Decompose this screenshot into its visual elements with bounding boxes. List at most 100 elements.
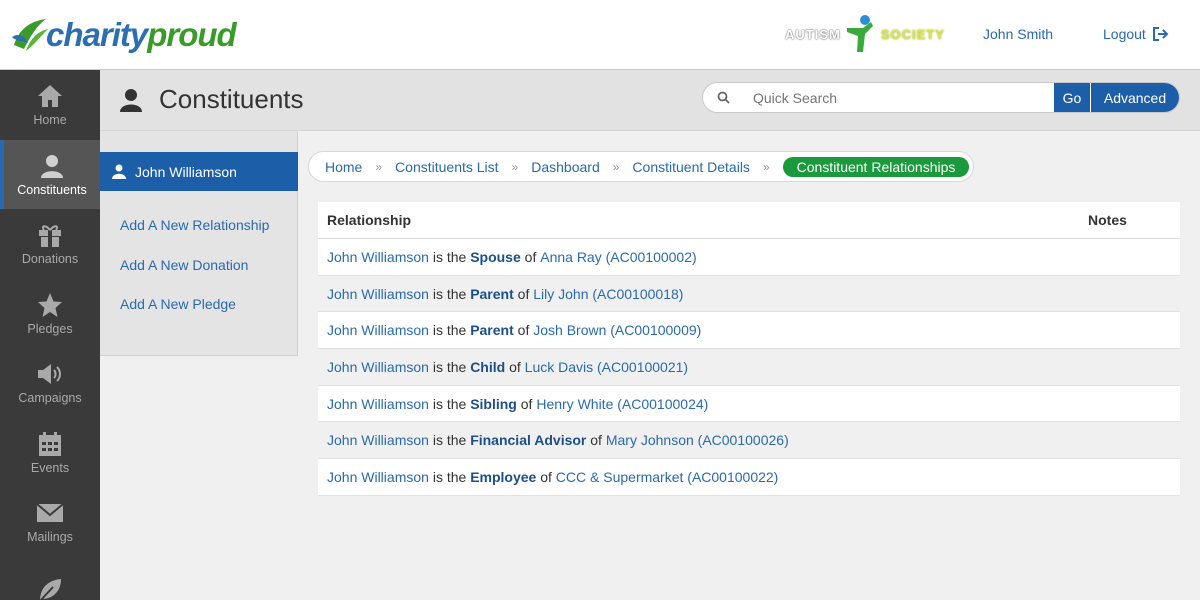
org-logo-word-2: SOCIETY	[880, 26, 945, 42]
relationship-type: Parent	[470, 285, 514, 302]
relationship-subject-link[interactable]: John Williamson	[327, 469, 429, 485]
star-icon	[37, 291, 63, 319]
add-relationship-link[interactable]: Add A New Relationship	[120, 217, 269, 233]
relationship-of-text: of	[509, 358, 521, 375]
table-row: John Williamson is the Sibling of Henry …	[318, 385, 1180, 423]
home-icon	[36, 82, 64, 110]
breadcrumb-dashboard[interactable]: Dashboard	[531, 159, 600, 175]
relationship-subject-link[interactable]: John Williamson	[327, 286, 429, 302]
org-logo-word-1: AUTISM	[785, 26, 841, 42]
gift-icon	[37, 221, 63, 249]
breadcrumb-home[interactable]: Home	[325, 159, 362, 175]
relationship-is-the-text: is the	[432, 248, 467, 265]
nav-label-donations: Donations	[21, 252, 79, 267]
breadcrumb: Home » Constituents List » Dashboard » C…	[308, 151, 974, 182]
relationship-subject-link[interactable]: John Williamson	[327, 249, 429, 265]
relationship-type: Sibling	[470, 395, 517, 412]
table-row: John Williamson is the Parent of Lily Jo…	[318, 275, 1180, 313]
constituent-name-tab[interactable]: John Williamson	[100, 152, 298, 191]
table-header: Relationship Notes	[318, 202, 1180, 239]
logout-label: Logout	[1103, 26, 1146, 42]
breadcrumb-separator: »	[762, 159, 770, 174]
charityproud-logo[interactable]: charityproud	[10, 14, 237, 56]
leaf-logo-icon	[12, 19, 48, 51]
logo-text-charity: charity	[46, 16, 148, 53]
relationship-of-text: of	[517, 285, 530, 302]
user-name-link[interactable]: John Smith	[983, 26, 1053, 42]
breadcrumb-constituents-list[interactable]: Constituents List	[395, 159, 499, 175]
relationship-target-link[interactable]: CCC & Supermarket (AC00100022)	[556, 469, 779, 485]
table-row: John Williamson is the Employee of CCC &…	[318, 459, 1180, 496]
user-icon	[39, 152, 65, 180]
nav-label-events: Events	[30, 460, 70, 475]
nav-item-campaigns[interactable]: Campaigns	[0, 348, 100, 418]
breadcrumb-current: Constituent Relationships	[782, 156, 970, 177]
relationship-target-link[interactable]: Luck Davis (AC00100021)	[525, 359, 688, 375]
nav-item-pledges[interactable]: Pledges	[0, 279, 100, 349]
leaf-icon	[37, 576, 63, 600]
user-icon	[120, 89, 142, 112]
nav-item-mailings[interactable]: Mailings	[0, 487, 100, 557]
relationship-target-link[interactable]: Henry White (AC00100024)	[536, 396, 708, 412]
relationship-type: Employee	[470, 468, 537, 485]
breadcrumb-constituent-details[interactable]: Constituent Details	[632, 159, 750, 175]
relationship-type: Parent	[470, 322, 514, 339]
nav-item-constituents[interactable]: Constituents	[0, 139, 100, 209]
nav-item-more[interactable]	[0, 557, 100, 600]
relationship-type: Financial Advisor	[470, 432, 587, 449]
table-row: John Williamson is the Parent of Josh Br…	[318, 312, 1180, 350]
page-title: Constituents	[159, 84, 304, 114]
relationship-target-link[interactable]: Mary Johnson (AC00100026)	[606, 432, 789, 448]
column-header-relationship: Relationship	[327, 212, 412, 228]
logout-link[interactable]: Logout	[1103, 26, 1169, 42]
breadcrumb-separator: »	[511, 159, 519, 174]
nav-item-events[interactable]: Events	[0, 418, 100, 488]
relationship-target-link[interactable]: Anna Ray (AC00100002)	[540, 249, 696, 265]
table-row: John Williamson is the Child of Luck Dav…	[318, 349, 1180, 386]
nav-label-pledges: Pledges	[27, 321, 73, 336]
nav-item-home[interactable]: Home	[0, 70, 100, 140]
relationship-target-link[interactable]: Josh Brown (AC00100009)	[533, 322, 701, 338]
add-pledge-link[interactable]: Add A New Pledge	[120, 296, 236, 312]
relationship-of-text: of	[517, 322, 530, 339]
search-go-button[interactable]: Go	[1054, 83, 1091, 112]
constituent-name: John Williamson	[135, 163, 237, 180]
top-bar: charityproud AUTISM SOCIETY John Smith L…	[0, 0, 1200, 70]
table-row: John Williamson is the Spouse of Anna Ra…	[318, 239, 1180, 276]
relationship-is-the-text: is the	[432, 468, 467, 485]
logout-icon	[1152, 27, 1169, 41]
relationship-is-the-text: is the	[432, 285, 467, 302]
breadcrumb-separator: »	[612, 159, 620, 174]
autism-society-logo: AUTISM SOCIETY	[785, 14, 945, 54]
nav-label-home: Home	[33, 113, 67, 128]
quick-search-input[interactable]	[743, 83, 1054, 112]
relationship-of-text: of	[520, 395, 533, 412]
relationship-of-text: of	[540, 468, 552, 485]
page-header: Constituents Go Advanced	[100, 70, 1200, 131]
column-header-notes: Notes	[1088, 212, 1127, 228]
nav-label-mailings: Mailings	[27, 530, 73, 545]
relationship-subject-link[interactable]: John Williamson	[327, 322, 429, 338]
relationship-is-the-text: is the	[432, 432, 467, 449]
relationships-table: Relationship Notes John Williamson is th…	[318, 202, 1180, 496]
calendar-icon	[37, 430, 63, 458]
relationship-is-the-text: is the	[432, 395, 467, 412]
relationship-subject-link[interactable]: John Williamson	[327, 432, 429, 448]
nav-item-donations[interactable]: Donations	[0, 209, 100, 279]
relationship-subject-link[interactable]: John Williamson	[327, 396, 429, 412]
relationship-type: Child	[470, 358, 506, 375]
relationship-target-link[interactable]: Lily John (AC00100018)	[533, 286, 683, 302]
megaphone-icon	[36, 360, 64, 388]
search-icon	[703, 83, 743, 112]
relationship-of-text: of	[524, 248, 537, 265]
relationship-of-text: of	[590, 432, 602, 449]
table-row: John Williamson is the Financial Advisor…	[318, 422, 1180, 460]
constituent-side-panel: John Williamson Add A New Relationship A…	[100, 131, 298, 356]
advanced-search-button[interactable]: Advanced	[1091, 83, 1179, 112]
relationship-subject-link[interactable]: John Williamson	[327, 359, 429, 375]
relationship-is-the-text: is the	[432, 358, 467, 375]
person-figure-icon	[846, 15, 873, 52]
add-donation-link[interactable]: Add A New Donation	[120, 257, 248, 273]
user-icon	[112, 164, 126, 179]
breadcrumb-separator: »	[375, 159, 383, 174]
